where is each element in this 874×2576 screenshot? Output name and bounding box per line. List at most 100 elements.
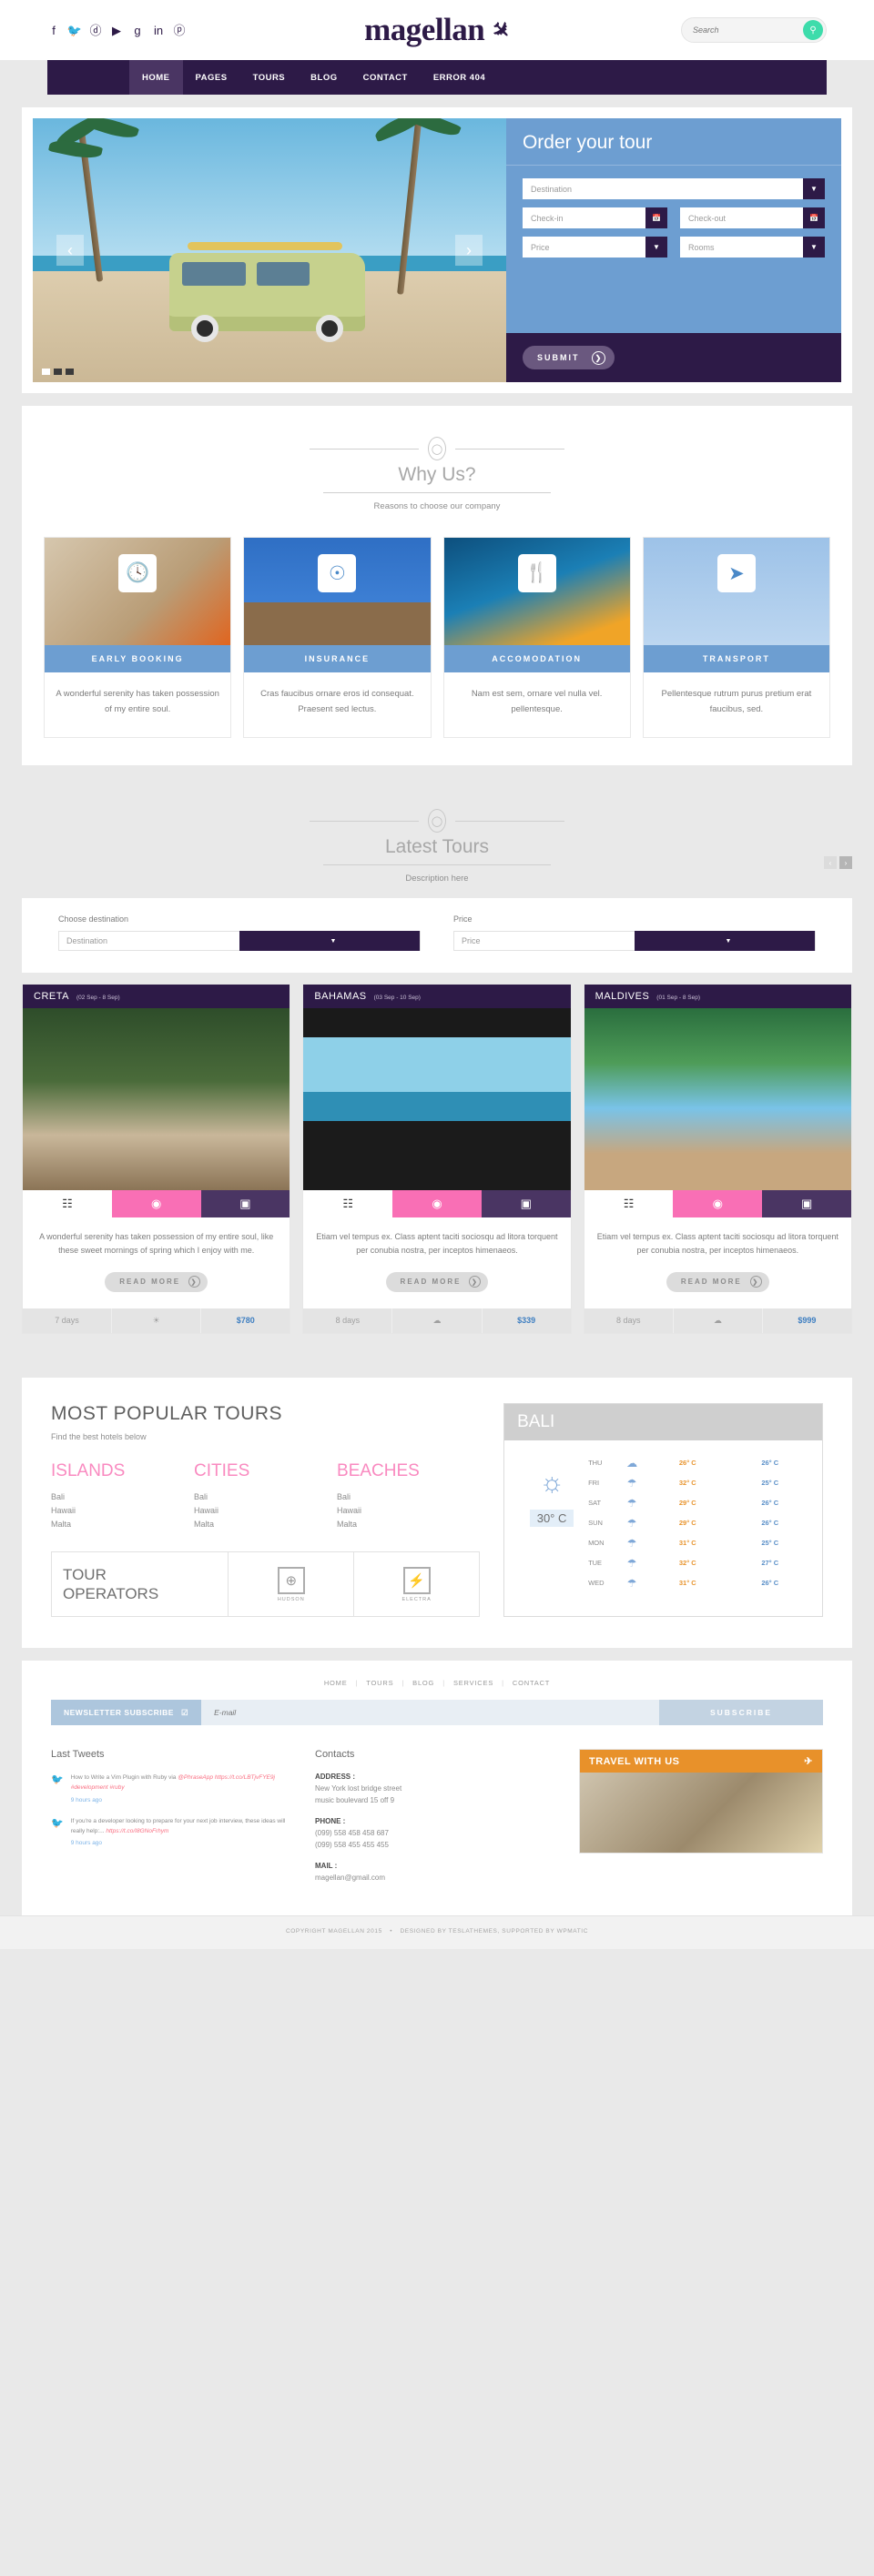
tour-card[interactable]: MALDIVES (01 Sep - 8 Sep) ☷ ◉ ▣ Etiam vel tem… bbox=[583, 984, 852, 1334]
rooms-select[interactable]: Rooms ▼ bbox=[679, 237, 825, 258]
camera-icon[interactable]: ▣ bbox=[762, 1190, 851, 1218]
read-more-button[interactable]: READ MORE ❯ bbox=[385, 1271, 489, 1292]
search-input[interactable] bbox=[693, 25, 803, 35]
footer-nav-item-services[interactable]: SERVICES bbox=[445, 1679, 502, 1687]
newsletter-email-input[interactable] bbox=[201, 1700, 659, 1726]
popular-list-item[interactable]: Bali bbox=[194, 1490, 337, 1504]
camera-icon[interactable]: ▣ bbox=[481, 1190, 571, 1218]
facebook-icon[interactable]: f bbox=[47, 24, 60, 36]
google-plus-icon[interactable]: g bbox=[131, 24, 144, 36]
chevron-down-icon[interactable]: ▼ bbox=[803, 178, 825, 199]
eye-icon[interactable]: ◉ bbox=[673, 1190, 763, 1218]
main-navigation: HOME PAGES TOURS BLOG CONTACT ERROR 404 bbox=[47, 60, 827, 95]
filter-price-label: Price bbox=[453, 914, 473, 924]
camera-icon[interactable]: ▣ bbox=[200, 1190, 290, 1218]
filter-destination-select[interactable]: Destination ▼ bbox=[58, 931, 421, 952]
calendar-icon[interactable]: 📅 bbox=[645, 207, 667, 228]
slider-prev-arrow[interactable]: ‹ bbox=[56, 235, 84, 266]
tour-actions: ☷ ◉ ▣ bbox=[303, 1190, 571, 1218]
document-icon[interactable]: ☷ bbox=[584, 1190, 674, 1218]
tours-next-button[interactable]: › bbox=[839, 856, 852, 870]
ornament-badge-icon: ◯ bbox=[428, 809, 446, 833]
popular-list-item[interactable]: Hawaii bbox=[194, 1504, 337, 1518]
checkout-field[interactable]: Check-out 📅 bbox=[679, 207, 825, 228]
read-more-button[interactable]: READ MORE ❯ bbox=[105, 1271, 208, 1292]
chevron-down-icon[interactable]: ▼ bbox=[239, 931, 420, 952]
tour-body: Etiam vel tempus ex. Class aptent taciti… bbox=[303, 1217, 570, 1308]
popular-list-item[interactable]: Bali bbox=[337, 1490, 480, 1504]
price-select[interactable]: Price ▼ bbox=[522, 237, 667, 258]
nav-item-pages[interactable]: PAGES bbox=[183, 60, 240, 95]
slider-dot[interactable] bbox=[66, 369, 74, 375]
ornament-badge-icon: ◯ bbox=[428, 437, 446, 460]
footer-nav-item-contact[interactable]: CONTACT bbox=[504, 1679, 558, 1687]
pinterest-icon[interactable]: ⓟ bbox=[173, 24, 186, 36]
operator-logo-hudson[interactable]: ⊕ HUDSON bbox=[229, 1551, 355, 1617]
nav-item-blog[interactable]: BLOG bbox=[298, 60, 350, 95]
nav-item-home[interactable]: HOME bbox=[129, 60, 183, 95]
subscribe-button[interactable]: SUBSCRIBE bbox=[659, 1700, 823, 1726]
slider-dots[interactable] bbox=[42, 369, 74, 375]
destination-select[interactable]: Destination ▼ bbox=[522, 178, 825, 199]
chevron-down-icon[interactable]: ▼ bbox=[803, 237, 825, 258]
tours-prev-button[interactable]: ‹ bbox=[824, 856, 837, 870]
weather-forecast-list: THU ☁ 26° C 26° C FRI ☂ 32° C 25° C SAT ☂ 29° C 26°… bbox=[588, 1453, 811, 1593]
submit-button[interactable]: SUBMIT ❯ bbox=[522, 346, 615, 369]
chevron-down-icon[interactable]: ▼ bbox=[635, 931, 815, 952]
rain-icon: ☂ bbox=[626, 1576, 637, 1590]
search-button[interactable]: ⚲ bbox=[803, 20, 823, 40]
why-us-title: Why Us? bbox=[323, 460, 551, 493]
twitter-icon[interactable]: 🐦 bbox=[67, 24, 82, 36]
feature-card[interactable]: ➤ TRANSPORT Pellentesque rutrum purus pret… bbox=[642, 537, 830, 739]
calendar-icon[interactable]: 📅 bbox=[803, 207, 825, 228]
checkin-field[interactable]: Check-in 📅 bbox=[522, 207, 667, 228]
popular-list-item[interactable]: Bali bbox=[51, 1490, 194, 1504]
twitter-icon: 🐦 bbox=[51, 1774, 64, 1786]
linkedin-icon[interactable]: in bbox=[152, 24, 165, 36]
popular-list-item[interactable]: Malta bbox=[337, 1518, 480, 1531]
lifebuoy-icon: ☉ bbox=[318, 554, 357, 592]
dribbble-icon[interactable]: ⓓ bbox=[89, 24, 102, 36]
filter-price-select[interactable]: Price ▼ bbox=[453, 931, 816, 952]
tour-image bbox=[303, 1008, 571, 1191]
document-icon[interactable]: ☷ bbox=[303, 1190, 393, 1218]
operator-logo-electra[interactable]: ⚡ ELECTRA bbox=[354, 1552, 479, 1617]
weather-row: MON ☂ 31° C 25° C bbox=[588, 1533, 811, 1553]
order-row-price-rooms: Price ▼ Rooms ▼ bbox=[522, 237, 825, 258]
popular-list-item[interactable]: Hawaii bbox=[337, 1504, 480, 1518]
chevron-down-icon[interactable]: ▼ bbox=[645, 237, 667, 258]
youtube-icon[interactable]: ▶ bbox=[110, 24, 123, 36]
tour-card[interactable]: CRETA (02 Sep - 8 Sep) ☷ ◉ ▣ A wonderful sere… bbox=[22, 984, 291, 1334]
slider-next-arrow[interactable]: › bbox=[454, 235, 483, 266]
eye-icon[interactable]: ◉ bbox=[111, 1190, 201, 1218]
tweet-link[interactable]: https://t.co/I8GNoFrhym bbox=[106, 1828, 168, 1834]
slider-dot[interactable] bbox=[42, 369, 50, 375]
travel-with-us-widget[interactable]: TRAVEL WITH US ✈ bbox=[579, 1749, 823, 1854]
eye-icon[interactable]: ◉ bbox=[392, 1190, 482, 1218]
feature-card[interactable]: 🍴 ACCOMODATION Nam est sem, ornare vel nul… bbox=[442, 537, 631, 739]
arrow-right-icon: ❯ bbox=[749, 1276, 762, 1288]
popular-list-item[interactable]: Hawaii bbox=[51, 1504, 194, 1518]
search-box[interactable]: ⚲ bbox=[681, 17, 827, 43]
nav-item-tours[interactable]: TOURS bbox=[240, 60, 299, 95]
feature-card[interactable]: ☉ INSURANCE Cras faucibus ornare eros id c… bbox=[243, 537, 432, 739]
hero-slider[interactable]: ‹ › bbox=[33, 118, 506, 382]
footer-nav-item-tours[interactable]: TOURS bbox=[358, 1679, 401, 1687]
nav-item-error-404[interactable]: ERROR 404 bbox=[421, 60, 498, 95]
footer-nav-item-home[interactable]: HOME bbox=[316, 1679, 356, 1687]
rain-icon: ☂ bbox=[626, 1536, 637, 1550]
slider-dot[interactable] bbox=[54, 369, 62, 375]
footer-nav-item-blog[interactable]: BLOG bbox=[404, 1679, 442, 1687]
tour-card[interactable]: BAHAMAS (03 Sep - 10 Sep) ☷ ◉ ▣ Etiam vel tem… bbox=[302, 984, 572, 1334]
feature-card[interactable]: 🕓 EARLY BOOKING A wonderful serenity has t… bbox=[44, 537, 232, 739]
document-icon[interactable]: ☷ bbox=[23, 1190, 112, 1218]
site-logo[interactable]: magellan ✈ bbox=[257, 12, 617, 48]
contact-block: ADDRESS : New York lost bridge street musi… bbox=[315, 1773, 559, 1807]
popular-list-item[interactable]: Malta bbox=[194, 1518, 337, 1531]
search-area: ⚲ bbox=[617, 17, 827, 43]
popular-list-item[interactable]: Malta bbox=[51, 1518, 194, 1531]
read-more-button[interactable]: READ MORE ❯ bbox=[666, 1271, 769, 1292]
copyright-text: COPYRIGHT MAGELLAN 2015 bbox=[285, 1928, 382, 1935]
nav-item-contact[interactable]: CONTACT bbox=[351, 60, 421, 95]
tweet-mention[interactable]: @PhraseApp bbox=[178, 1774, 213, 1781]
